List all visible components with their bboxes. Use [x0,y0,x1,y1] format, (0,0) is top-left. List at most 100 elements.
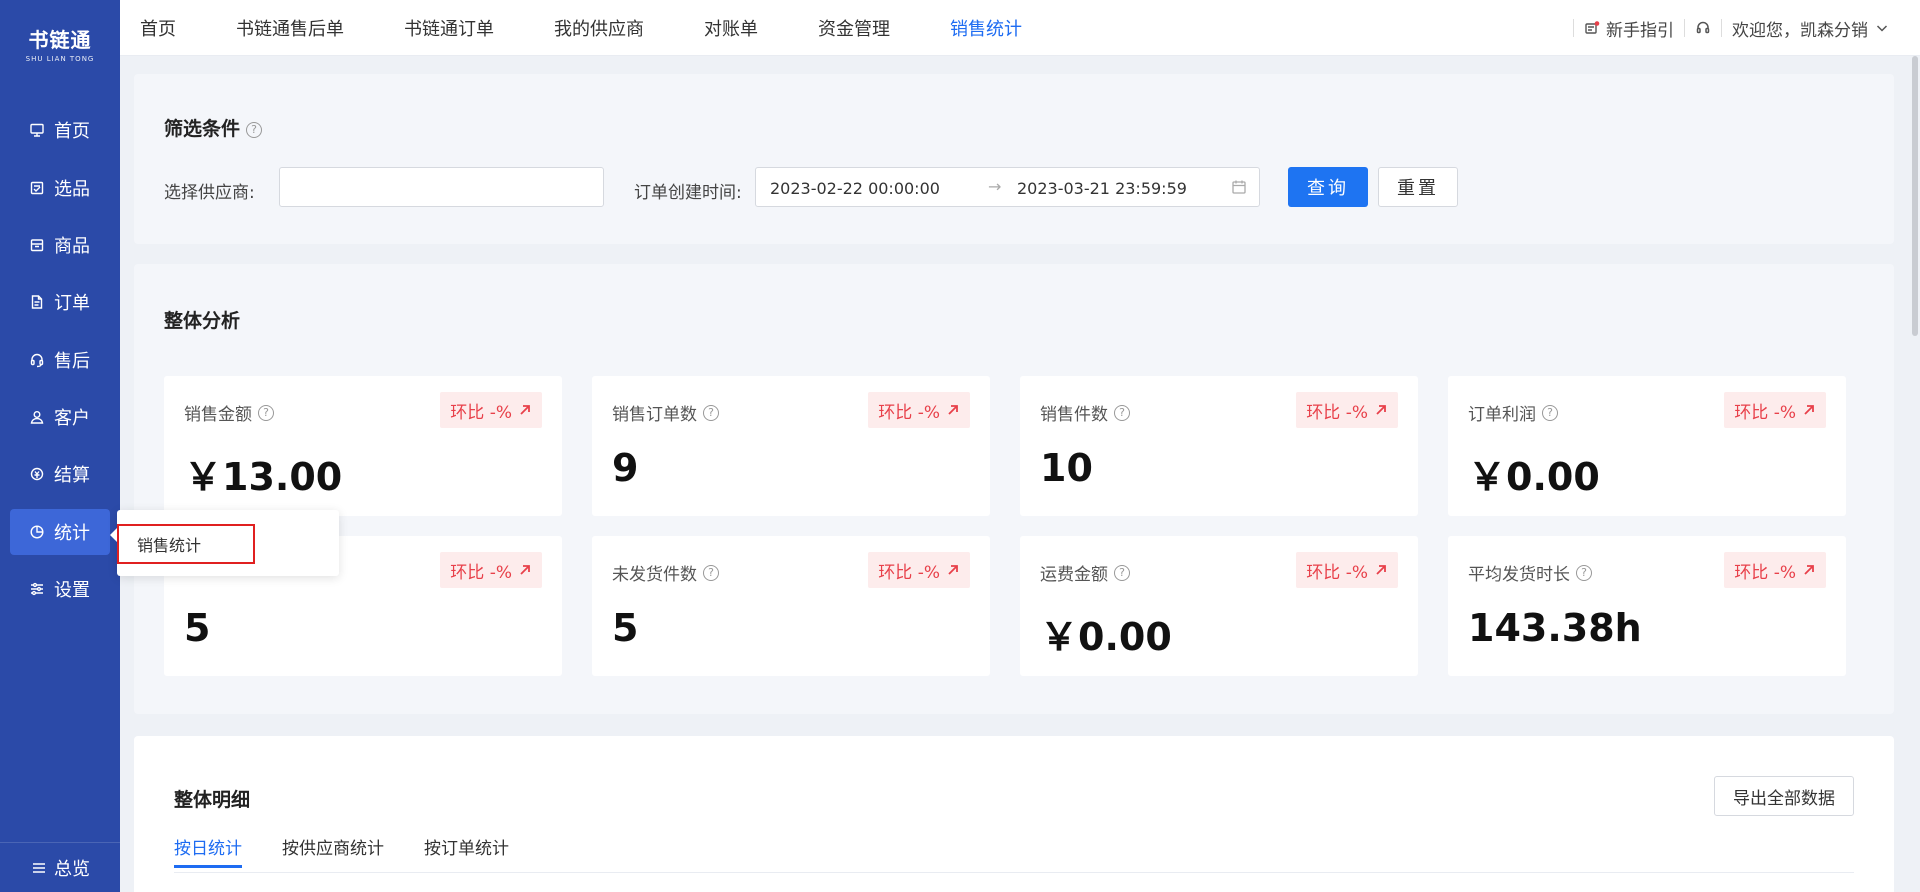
end-time[interactable]: 2023-03-21 23:59:59 [1017,179,1187,198]
help-icon[interactable]: ? [703,564,719,581]
top-right-tools: 新手指引 欢迎您，凯森分销 [1573,0,1900,56]
sidebar-item-settlement[interactable]: 结算 [10,451,110,497]
help-icon[interactable]: ? [1542,404,1558,421]
logo-title: 书链通 [28,28,92,52]
order-doc-icon [28,293,46,311]
pie-chart-icon [28,523,46,541]
mom-badge-text: 环比 -% [878,402,940,423]
goods-box-icon [28,236,46,254]
overall-panel: 整体分析 销售金额? 环比 -% ￥13.00 销售订单数? 环比 -% 9 销… [134,264,1894,714]
supplier-label: 选择供应商: [164,183,255,203]
tab-by-supplier[interactable]: 按供应商统计 [282,834,384,868]
overview-label: 总览 [54,858,90,880]
mom-badge: 环比 -% [1296,552,1398,588]
metric-card-item-count: 销售件数? 环比 -% 10 [1020,376,1418,516]
metric-card-order-profit: 订单利润? 环比 -% ￥0.00 [1448,376,1846,516]
sidebar-item-select[interactable]: 选品 [10,165,110,211]
tab-by-day[interactable]: 按日统计 [174,834,242,868]
arrow-up-right-icon [948,405,958,415]
top-nav: 首页 书链通售后单 书链通订单 我的供应商 对账单 资金管理 销售统计 [120,0,1042,56]
date-range-picker[interactable]: 2023-02-22 00:00:00 → 2023-03-21 23:59:5… [755,167,1260,207]
help-icon[interactable]: ? [1576,564,1592,581]
guide-button[interactable]: 新手指引 [1574,17,1684,41]
metric-value: ￥0.00 [1468,455,1600,499]
filter-title: 筛选条件? [164,114,263,141]
metric-value: 10 [1040,446,1093,490]
metric-card-order-count: 销售订单数? 环比 -% 9 [592,376,990,516]
help-icon[interactable]: ? [1114,404,1130,421]
sidebar-item-aftersale[interactable]: 售后 [10,337,110,383]
sidebar-item-orders[interactable]: 订单 [10,279,110,325]
arrow-up-right-icon [1376,405,1386,415]
sidebar-item-label: 结算 [54,465,90,486]
overview-button[interactable]: 总览 [0,842,120,892]
help-icon[interactable]: ? [246,121,263,138]
mom-badge-text: 环比 -% [1306,562,1368,583]
metric-value: 143.38h [1468,606,1642,650]
metric-card-sales-amount: 销售金额? 环比 -% ￥13.00 [164,376,562,516]
arrow-up-right-icon [520,565,530,575]
flyout-item-sales-stats[interactable]: 销售统计 [117,524,255,564]
metric-label-text: 销售订单数 [612,405,697,425]
topnav-home[interactable]: 首页 [120,0,196,56]
topnav-orders[interactable]: 书链通订单 [364,0,514,56]
supplier-select[interactable] [279,167,604,207]
arrow-up-right-icon [1804,565,1814,575]
arrow-up-right-icon [1804,405,1814,415]
headset-icon [1695,20,1711,36]
support-button[interactable] [1685,17,1721,39]
filter-title-text: 筛选条件 [164,118,241,140]
sidebar-item-label: 统计 [54,523,90,544]
topnav-funds[interactable]: 资金管理 [778,0,910,56]
metric-label: 销售订单数? [612,400,719,425]
metric-label: 未发货件数? [612,560,719,585]
arrow-right-icon: → [988,177,1002,196]
sidebar-item-goods[interactable]: 商品 [10,222,110,268]
logo-subtitle: SHU LIAN TONG [25,55,95,63]
settle-icon [28,465,46,483]
time-label: 订单创建时间: [634,183,742,203]
filter-panel: 筛选条件? 选择供应商: 订单创建时间: 2023-02-22 00:00:00… [134,74,1894,244]
sidebar-item-label: 售后 [54,351,90,372]
topnav-statements[interactable]: 对账单 [664,0,778,56]
mom-badge-text: 环比 -% [450,402,512,423]
topnav-sales-stats[interactable]: 销售统计 [910,0,1042,56]
mom-badge: 环比 -% [868,552,970,588]
metric-label: 平均发货时长? [1468,560,1592,585]
metric-label: 订单利润? [1468,400,1558,425]
metric-label: 销售金额? [184,400,274,425]
topnav-aftersale-orders[interactable]: 书链通售后单 [196,0,364,56]
guide-icon [1584,20,1600,36]
top-bar: 首页 书链通售后单 书链通订单 我的供应商 对账单 资金管理 销售统计 新手指引… [120,0,1920,56]
reset-button[interactable]: 重置 [1378,167,1458,207]
export-all-button[interactable]: 导出全部数据 [1714,776,1854,816]
sidebar-item-label: 订单 [54,293,90,314]
metric-label-text: 运费金额 [1040,565,1108,585]
query-button[interactable]: 查询 [1288,167,1368,207]
tab-by-order[interactable]: 按订单统计 [424,834,509,868]
metric-label-text: 平均发货时长 [1468,565,1570,585]
sidebar-item-settings[interactable]: 设置 [10,566,110,612]
tabs-divider [174,872,1854,873]
metric-value: 5 [612,606,639,650]
metric-card-avg-ship-time: 平均发货时长? 环比 -% 143.38h [1448,536,1846,676]
help-icon[interactable]: ? [703,404,719,421]
topnav-suppliers[interactable]: 我的供应商 [514,0,664,56]
arrow-up-right-icon [520,405,530,415]
metric-label: 销售件数? [1040,400,1130,425]
help-icon[interactable]: ? [258,404,274,421]
user-menu[interactable]: 欢迎您，凯森分销 [1722,17,1900,41]
sidebar-item-home[interactable]: 首页 [10,107,110,153]
mom-badge: 环比 -% [440,392,542,428]
calendar-icon [1231,179,1247,195]
sidebar-item-stats[interactable]: 统计 [10,509,110,555]
welcome-label: 欢迎您，凯森分销 [1732,20,1868,41]
mom-badge-text: 环比 -% [1734,402,1796,423]
detail-tabs: 按日统计 按供应商统计 按订单统计 [174,834,549,868]
scrollbar[interactable] [1912,56,1918,336]
sidebar-item-customers[interactable]: 客户 [10,394,110,440]
detail-title: 整体明细 [174,789,251,811]
help-icon[interactable]: ? [1114,564,1130,581]
mom-badge: 环比 -% [1724,552,1826,588]
start-time[interactable]: 2023-02-22 00:00:00 [770,179,940,198]
